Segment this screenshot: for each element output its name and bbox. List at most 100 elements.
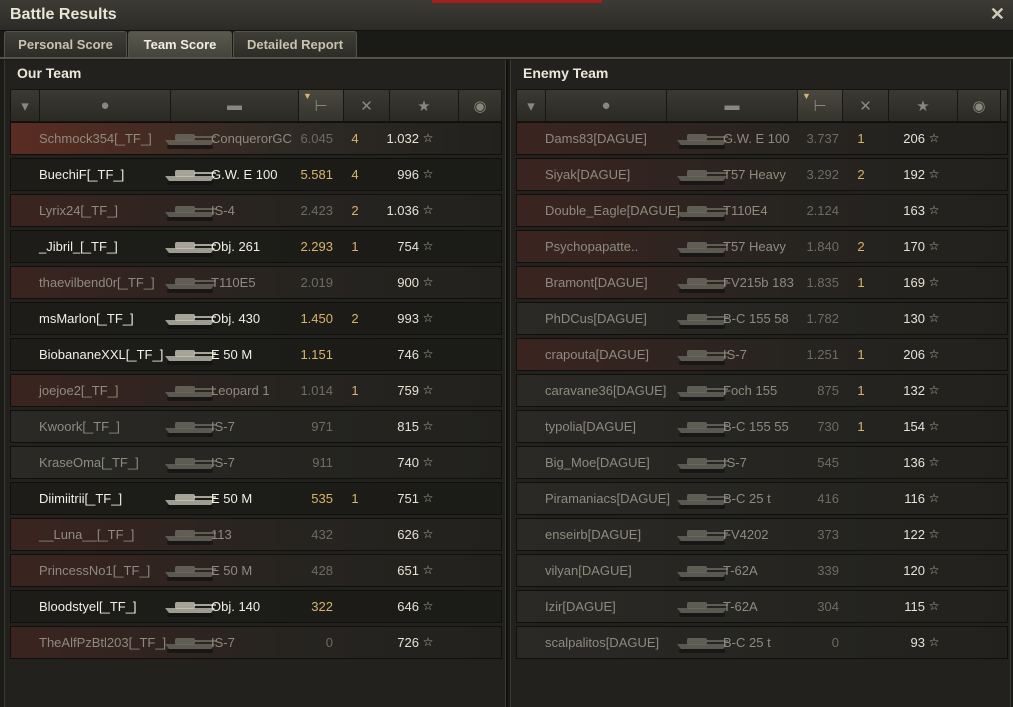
damage-value: 535 xyxy=(311,491,333,506)
column-vehicle-icon[interactable]: ▬ xyxy=(667,90,798,121)
star-icon: ☆ xyxy=(928,599,940,613)
vehicle-name: T110E4 xyxy=(723,203,768,218)
kills-value: 2 xyxy=(351,203,359,218)
damage-value: 2.124 xyxy=(806,203,839,218)
player-name: Izir[DAGUE] xyxy=(545,599,616,614)
vehicle-name: Obj. 140 xyxy=(211,599,261,614)
xp-value: 651 xyxy=(397,563,419,578)
column-kills-icon[interactable]: ✕ xyxy=(344,90,390,121)
column-squad-icon[interactable]: ▾ xyxy=(11,90,40,121)
player-name: thaevilbend0r[_TF_] xyxy=(39,275,155,290)
player-name: Big_Moe[DAGUE] xyxy=(545,455,650,470)
tab-personal-score[interactable]: Personal Score xyxy=(4,31,127,57)
damage-value: 0 xyxy=(831,635,839,650)
vehicle-icon: ▬ xyxy=(724,97,740,114)
player-row[interactable]: scalpalitos[DAGUE] B-C 25 t 0 93 ☆ xyxy=(516,626,1008,659)
kills-value: 1 xyxy=(857,275,865,290)
player-row[interactable]: _Jibril_[_TF_] Obj. 261 2.293 1 754 ☆ xyxy=(10,230,502,263)
kills-value: 1 xyxy=(857,383,865,398)
player-row[interactable]: Lyrix24[_TF_] IS-4 2.423 2 1.036 ☆ xyxy=(10,194,502,227)
player-icon: ● xyxy=(100,97,110,114)
player-row[interactable]: __Luna__[_TF_] 113 432 626 ☆ xyxy=(10,518,502,551)
kills-icon: ✕ xyxy=(360,97,373,115)
column-xp-icon[interactable]: ★ xyxy=(889,90,958,121)
kills-value: 4 xyxy=(351,167,359,182)
vehicle-name: IS-7 xyxy=(723,455,747,470)
player-name: Piramaniacs[DAGUE] xyxy=(545,491,670,506)
player-row[interactable]: vilyan[DAGUE] T-62A 339 120 ☆ xyxy=(516,554,1008,587)
damage-value: 416 xyxy=(817,491,839,506)
player-row[interactable]: Big_Moe[DAGUE] IS-7 545 136 ☆ xyxy=(516,446,1008,479)
damage-value: 2.423 xyxy=(300,203,333,218)
player-row[interactable]: Bramont[DAGUE] FV215b 183 1.835 1 169 ☆ xyxy=(516,266,1008,299)
column-player-icon[interactable]: ● xyxy=(40,90,171,121)
column-squad-icon[interactable]: ▾ xyxy=(517,90,546,121)
tab-underline xyxy=(0,57,1013,59)
player-row[interactable]: Piramaniacs[DAGUE] B-C 25 t 416 116 ☆ xyxy=(516,482,1008,515)
column-damage-icon[interactable]: ⊢ ▼ xyxy=(299,90,344,121)
column-medal-icon[interactable]: ◉ xyxy=(958,90,1001,121)
player-row[interactable]: BiobananeXXL[_TF_] E 50 M 1.151 746 ☆ xyxy=(10,338,502,371)
player-row[interactable]: crapouta[DAGUE] IS-7 1.251 1 206 ☆ xyxy=(516,338,1008,371)
kills-value: 2 xyxy=(857,167,865,182)
player-name: Lyrix24[_TF_] xyxy=(39,203,118,218)
squad-icon: ▾ xyxy=(527,97,535,115)
player-row[interactable]: Diimiitrii[_TF_] E 50 M 535 1 751 ☆ xyxy=(10,482,502,515)
player-row[interactable]: enseirb[DAGUE] FV4202 373 122 ☆ xyxy=(516,518,1008,551)
xp-value: 93 xyxy=(910,635,925,650)
kills-value xyxy=(851,447,871,478)
column-damage-icon[interactable]: ⊢ ▼ xyxy=(798,90,843,121)
vehicle-name: G.W. E 100 xyxy=(723,131,790,146)
column-player-icon[interactable]: ● xyxy=(546,90,667,121)
damage-value: 5.581 xyxy=(300,167,333,182)
star-icon: ☆ xyxy=(422,527,434,541)
player-row[interactable]: PhDCus[DAGUE] B-C 155 58 1.782 130 ☆ xyxy=(516,302,1008,335)
player-row[interactable]: PrincessNo1[_TF_] E 50 M 428 651 ☆ xyxy=(10,554,502,587)
close-icon[interactable]: ✕ xyxy=(990,4,1005,25)
player-row[interactable]: Dams83[DAGUE] G.W. E 100 3.737 1 206 ☆ xyxy=(516,122,1008,155)
player-name: KraseOma[_TF_] xyxy=(39,455,139,470)
player-row[interactable]: KraseOma[_TF_] IS-7 911 740 ☆ xyxy=(10,446,502,479)
xp-value: 154 xyxy=(903,419,925,434)
tab-team-score[interactable]: Team Score xyxy=(128,31,232,57)
kills-value: 1 xyxy=(857,347,865,362)
player-row[interactable]: Siyak[DAGUE] T57 Heavy 3.292 2 192 ☆ xyxy=(516,158,1008,191)
column-kills-icon[interactable]: ✕ xyxy=(843,90,889,121)
vehicle-name: Foch 155 xyxy=(723,383,778,398)
player-list: Schmock354[_TF_] ConquerorGC 6.045 4 1.032 ☆ B… xyxy=(10,122,502,662)
player-row[interactable]: caravane36[DAGUE] Foch 155 875 1 132 ☆ xyxy=(516,374,1008,407)
damage-value: 3.737 xyxy=(806,131,839,146)
star-icon: ☆ xyxy=(928,275,940,289)
vehicle-name: Obj. 430 xyxy=(211,311,261,326)
player-name: crapouta[DAGUE] xyxy=(545,347,650,362)
xp-value: 726 xyxy=(397,635,419,650)
column-vehicle-icon[interactable]: ▬ xyxy=(171,90,299,121)
player-row[interactable]: Bloodstyel[_TF_] Obj. 140 322 646 ☆ xyxy=(10,590,502,623)
squad-icon: ▾ xyxy=(21,97,29,115)
player-row[interactable]: Izir[DAGUE] T-62A 304 115 ☆ xyxy=(516,590,1008,623)
xp-value: 993 xyxy=(397,311,419,326)
player-row[interactable]: Schmock354[_TF_] ConquerorGC 6.045 4 1.032 ☆ xyxy=(10,122,502,155)
kills-value: 1 xyxy=(857,131,865,146)
panel-divider xyxy=(506,60,508,707)
column-medal-icon[interactable]: ◉ xyxy=(459,90,502,121)
player-row[interactable]: Psychopapatte.. T57 Heavy 1.840 2 170 ☆ xyxy=(516,230,1008,263)
player-row[interactable]: typolia[DAGUE] B-C 155 55 730 1 154 ☆ xyxy=(516,410,1008,443)
player-row[interactable]: Kwoork[_TF_] IS-7 971 815 ☆ xyxy=(10,410,502,443)
kills-value xyxy=(851,627,871,658)
player-row[interactable]: thaevilbend0r[_TF_] T110E5 2.019 900 ☆ xyxy=(10,266,502,299)
player-list: Dams83[DAGUE] G.W. E 100 3.737 1 206 ☆ Siyak[D… xyxy=(516,122,1008,662)
column-xp-icon[interactable]: ★ xyxy=(390,90,459,121)
player-row[interactable]: BuechiF[_TF_] G.W. E 100 5.581 4 996 ☆ xyxy=(10,158,502,191)
player-row[interactable]: TheAlfPzBtl203[_TF_] IS-7 0 726 ☆ xyxy=(10,626,502,659)
vehicle-name: E 50 M xyxy=(211,347,253,362)
player-row[interactable]: joejoe2[_TF_] Leopard 1 1.014 1 759 ☆ xyxy=(10,374,502,407)
vehicle-name: B-C 25 t xyxy=(723,491,771,506)
star-icon: ☆ xyxy=(422,491,434,505)
vehicle-name: T-62A xyxy=(723,563,758,578)
tab-detailed-report[interactable]: Detailed Report xyxy=(233,31,357,57)
player-row[interactable]: Double_Eagle[DAGUE] T110E4 2.124 163 ☆ xyxy=(516,194,1008,227)
damage-value: 432 xyxy=(311,527,333,542)
player-row[interactable]: msMarlon[_TF_] Obj. 430 1.450 2 993 ☆ xyxy=(10,302,502,335)
xp-value: 206 xyxy=(903,131,925,146)
